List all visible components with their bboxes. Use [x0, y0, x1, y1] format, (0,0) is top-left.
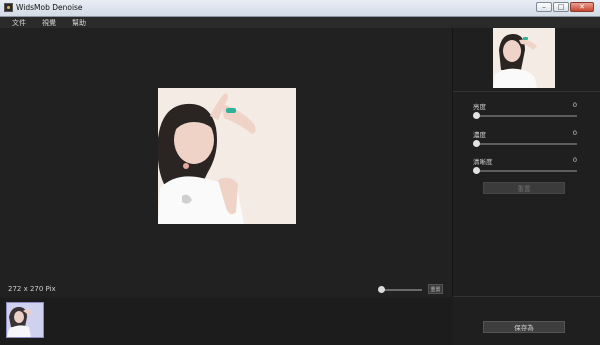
filmstrip-thumbnail[interactable]: [6, 302, 44, 338]
reset-button[interactable]: 重置: [483, 182, 565, 194]
brightness-label: 亮度: [473, 103, 486, 111]
zoom-slider-handle[interactable]: [378, 286, 385, 293]
preview-thumbnail: [493, 28, 555, 88]
minimize-button[interactable]: –: [536, 2, 552, 12]
brightness-track[interactable]: [473, 115, 577, 117]
density-label: 濃度: [473, 131, 486, 139]
filmstrip: [0, 298, 452, 345]
adjustment-panel: 亮度 0 濃度 0 清晰度 0 重置 保存為: [453, 28, 600, 345]
density-track[interactable]: [473, 143, 577, 145]
main-photo: [158, 88, 296, 224]
title-bar: WidsMob Denoise – □ ✕: [0, 0, 600, 17]
menu-view[interactable]: 視覺: [42, 18, 56, 28]
sharpness-handle[interactable]: [473, 167, 480, 174]
window-title: WidsMob Denoise: [16, 3, 83, 12]
menu-bar: 文件 視覺 幫助: [0, 17, 600, 28]
zoom-slider-track[interactable]: [380, 289, 422, 291]
portrait-photo-icon: [158, 88, 296, 224]
panel-divider: [453, 296, 600, 297]
menu-help[interactable]: 幫助: [72, 18, 86, 28]
density-value: 0: [572, 129, 577, 137]
app-icon: [4, 3, 13, 12]
brightness-handle[interactable]: [473, 112, 480, 119]
thumbnail-photo-icon: [7, 303, 43, 337]
density-handle[interactable]: [473, 140, 480, 147]
brightness-value: 0: [572, 101, 577, 109]
image-canvas[interactable]: 272 x 270 Pix 重置: [0, 28, 453, 297]
menu-file[interactable]: 文件: [12, 18, 26, 28]
preview-photo-icon: [493, 28, 555, 88]
sharpness-label: 清晰度: [473, 158, 493, 166]
sharpness-track[interactable]: [473, 170, 577, 172]
close-button[interactable]: ✕: [570, 2, 594, 12]
maximize-button[interactable]: □: [553, 2, 569, 12]
preview-area: [453, 28, 600, 92]
window-controls: – □ ✕: [536, 2, 594, 12]
zoom-reset-button[interactable]: 重置: [428, 284, 443, 294]
save-as-button[interactable]: 保存為: [483, 321, 565, 333]
sharpness-value: 0: [572, 156, 577, 164]
image-size-label: 272 x 270 Pix: [8, 285, 56, 293]
